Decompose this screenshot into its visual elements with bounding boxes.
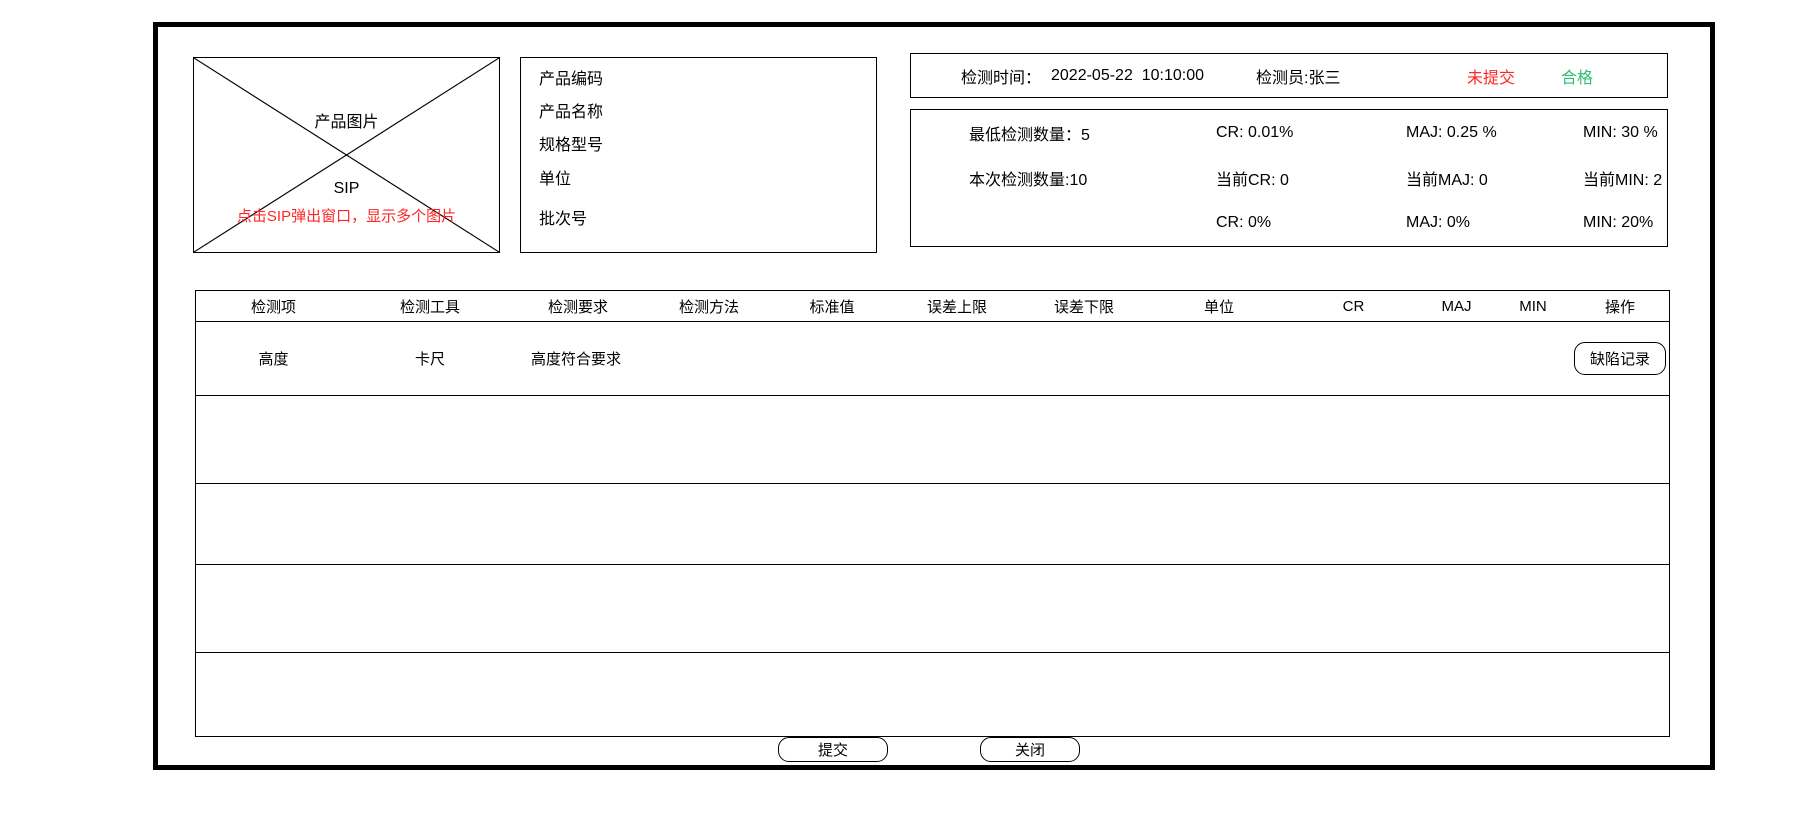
sip-link[interactable]: SIP bbox=[194, 180, 499, 198]
stat-current-min: 当前MIN: 2 bbox=[1583, 166, 1667, 190]
cell-action: 缺陷记录 bbox=[1569, 342, 1671, 375]
stat-min-rate: MIN: 20% bbox=[1583, 214, 1667, 232]
submit-status-badge: 未提交 bbox=[1467, 64, 1515, 88]
stat-maj-limit: MAJ: 0.25 % bbox=[1406, 124, 1583, 142]
table-row-empty-1 bbox=[196, 396, 1669, 484]
product-image-placeholder[interactable]: 产品图片 SIP 点击SIP弹出窗口，显示多个图片 bbox=[193, 57, 500, 253]
result-status-badge: 合格 bbox=[1561, 64, 1593, 88]
stat-maj-rate: MAJ: 0% bbox=[1406, 214, 1583, 232]
col-header-method: 检测方法 bbox=[647, 296, 771, 317]
table-header-row: 检测项 检测工具 检测要求 检测方法 标准值 误差上限 误差下限 单位 CR M… bbox=[196, 291, 1669, 322]
inspection-meta-panel: 检测时间： 2022-05-22 10:10:00 检测员:张三 未提交 合格 bbox=[910, 53, 1668, 98]
stat-current-qty: 本次检测数量:10 bbox=[969, 166, 1216, 190]
inspection-time-value: 2022-05-22 10:10:00 bbox=[1051, 67, 1204, 85]
inspector-name: 检测员:张三 bbox=[1256, 64, 1340, 88]
table-row: 高度 卡尺 高度符合要求 缺陷记录 bbox=[196, 322, 1669, 396]
close-button[interactable]: 关闭 bbox=[980, 737, 1080, 762]
col-header-lower-limit: 误差下限 bbox=[1021, 296, 1147, 317]
window-frame: 产品图片 SIP 点击SIP弹出窗口，显示多个图片 产品编码 产品名称 规格型号… bbox=[153, 22, 1715, 770]
field-label-unit: 单位 bbox=[539, 165, 571, 189]
col-header-upper-limit: 误差上限 bbox=[893, 296, 1021, 317]
field-label-product-name: 产品名称 bbox=[539, 98, 603, 122]
stat-min-limit: MIN: 30 % bbox=[1583, 124, 1667, 142]
stat-cr-rate: CR: 0% bbox=[1216, 214, 1406, 232]
col-header-standard-value: 标准值 bbox=[771, 296, 893, 317]
stats-panel: 最低检测数量：5 CR: 0.01% MAJ: 0.25 % MIN: 30 %… bbox=[910, 109, 1668, 247]
col-header-cr: CR bbox=[1291, 298, 1416, 315]
col-header-action: 操作 bbox=[1569, 296, 1671, 317]
field-label-batch-no: 批次号 bbox=[539, 205, 587, 229]
cell-requirement: 高度符合要求 bbox=[509, 348, 647, 369]
sip-note: 点击SIP弹出窗口，显示多个图片 bbox=[194, 205, 499, 226]
table-row-empty-2 bbox=[196, 484, 1669, 565]
col-header-maj: MAJ bbox=[1416, 298, 1497, 315]
table-row-empty-4 bbox=[196, 653, 1669, 736]
inspection-time-label: 检测时间： bbox=[961, 64, 1041, 88]
submit-button[interactable]: 提交 bbox=[778, 737, 888, 762]
stat-min-qty: 最低检测数量：5 bbox=[969, 121, 1216, 145]
col-header-requirement: 检测要求 bbox=[509, 296, 647, 317]
field-label-product-code: 产品编码 bbox=[539, 65, 603, 89]
stat-current-cr: 当前CR: 0 bbox=[1216, 166, 1406, 190]
col-header-tool: 检测工具 bbox=[351, 296, 509, 317]
product-info-panel: 产品编码 产品名称 规格型号 单位 批次号 bbox=[520, 57, 877, 253]
stat-cr-limit: CR: 0.01% bbox=[1216, 124, 1406, 142]
inspection-table: 检测项 检测工具 检测要求 检测方法 标准值 误差上限 误差下限 单位 CR M… bbox=[195, 290, 1670, 737]
col-header-unit: 单位 bbox=[1147, 296, 1291, 317]
col-header-min: MIN bbox=[1497, 298, 1569, 315]
cell-item: 高度 bbox=[196, 348, 351, 369]
cell-tool: 卡尺 bbox=[351, 348, 509, 369]
table-row-empty-3 bbox=[196, 565, 1669, 653]
product-image-label: 产品图片 bbox=[194, 108, 499, 132]
col-header-item: 检测项 bbox=[196, 296, 351, 317]
field-label-spec-model: 规格型号 bbox=[539, 131, 603, 155]
defect-record-button[interactable]: 缺陷记录 bbox=[1574, 342, 1666, 375]
stat-current-maj: 当前MAJ: 0 bbox=[1406, 166, 1583, 190]
